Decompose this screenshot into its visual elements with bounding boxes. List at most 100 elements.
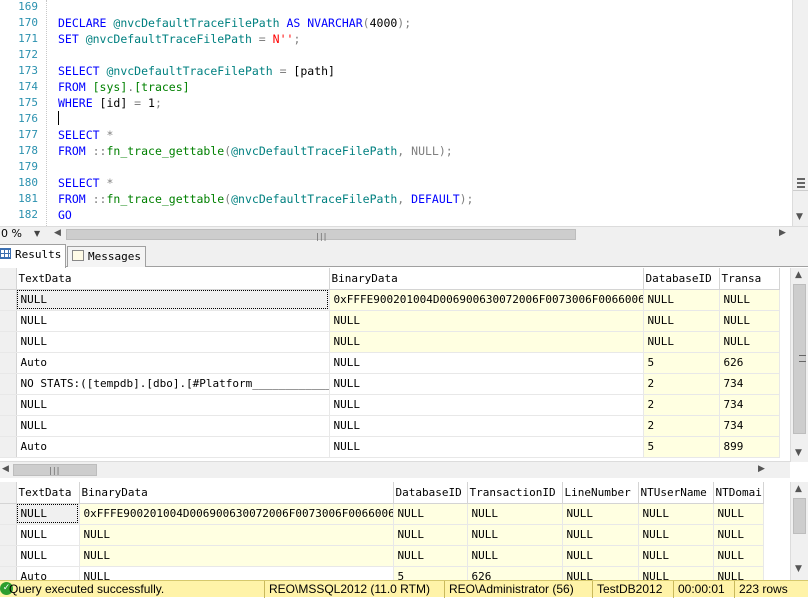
scroll-up-arrow-icon[interactable]: ▲ [795,484,802,494]
scroll-up-arrow-icon[interactable]: ▲ [795,270,802,280]
grid-cell[interactable]: NULL [562,545,639,567]
result-grid-1[interactable]: TextDataBinaryDataDatabaseIDTransa1NULL0… [0,268,808,462]
column-header[interactable]: LineNumber [562,482,639,504]
zoom-dropdown[interactable]: 0 % ▼ [0,227,50,241]
row-number[interactable]: 2 [0,524,17,546]
grid2-vscroll-thumb[interactable] [793,498,806,534]
grid-cell[interactable]: 0xFFFE900201004D006900630072006F0073006F… [79,503,394,525]
grid-cell[interactable]: 5 [643,436,720,458]
grid-cell[interactable]: NULL [329,331,644,353]
grid-cell[interactable]: NULL [643,310,720,332]
grid-cell[interactable]: NULL [329,436,644,458]
grid-cell[interactable]: NULL [713,545,764,567]
column-header[interactable]: Transa [719,268,780,290]
row-number[interactable]: 6 [0,394,17,416]
grid-cell[interactable]: NULL [643,331,720,353]
scroll-down-arrow-icon[interactable]: ▼ [795,448,802,458]
editor-vertical-scrollbar[interactable]: ▼ [792,0,808,226]
grid1-vertical-scrollbar[interactable]: ▲ ▼ [790,268,808,462]
row-number[interactable]: 4 [0,352,17,374]
grid-cell[interactable]: NULL [16,331,330,353]
grid-cell[interactable]: NULL [329,415,644,437]
grid-cell[interactable]: NULL [713,566,764,580]
grid-cell[interactable]: NULL [643,289,720,311]
grid-cell[interactable]: NULL [562,524,639,546]
grid-cell[interactable]: NULL [393,524,468,546]
scroll-left-arrow-icon[interactable]: ◀ [54,228,61,238]
grid1-hscroll-thumb[interactable]: ||| [13,464,97,476]
grid-cell[interactable]: NULL [393,503,468,525]
result-grid-2[interactable]: TextData BinaryData DatabaseID TransactionI… [0,482,808,580]
grid-cell[interactable]: 0xFFFE900201004D006900630072006F0073006F… [329,289,644,311]
grid-cell[interactable]: NULL [329,310,644,332]
grid-cell[interactable]: NULL [713,524,764,546]
grid-cell[interactable]: NO STATS:([tempdb].[dbo].[#Platform_____… [16,373,330,395]
grid-cell[interactable]: NULL [329,394,644,416]
grid-cell[interactable]: NULL [719,289,780,311]
grid-cell[interactable]: Auto [16,566,80,580]
column-header[interactable]: DatabaseID [643,268,720,290]
grid-cell[interactable]: 5 [393,566,468,580]
grid-cell[interactable]: NULL [79,566,394,580]
tab-messages[interactable]: Messages [67,246,146,267]
row-number[interactable]: 8 [0,436,17,458]
grid-cell[interactable]: NULL [467,545,563,567]
grid-cell[interactable]: 734 [719,373,780,395]
editor-hscroll-thumb[interactable]: ||| [66,229,576,241]
scroll-left-arrow-icon[interactable]: ◀ [2,464,9,474]
row-number[interactable]: 1 [0,289,17,311]
grid-cell[interactable]: NULL [638,566,714,580]
column-header[interactable]: TransactionID [467,482,563,504]
scroll-down-arrow-icon[interactable]: ▼ [795,564,802,574]
scroll-right-arrow-icon[interactable]: ▶ [779,228,786,238]
column-header[interactable]: BinaryData [329,268,644,290]
grid-cell[interactable]: NULL [467,503,563,525]
grid-cell[interactable]: 899 [719,436,780,458]
grid-cell[interactable]: 2 [643,373,720,395]
row-number[interactable]: 7 [0,415,17,437]
grid-cell[interactable]: NULL [562,566,639,580]
column-header[interactable]: NTUserName [638,482,714,504]
grid-cell[interactable]: NULL [16,310,330,332]
row-number[interactable]: 2 [0,310,17,332]
column-header[interactable]: TextData [16,268,330,290]
grid-cell[interactable]: Auto [16,352,330,374]
grid1-vscroll-thumb[interactable] [793,284,806,434]
grid1-horizontal-scrollbar[interactable]: ◀ ||| ▶ [0,461,790,478]
column-header[interactable]: BinaryData [79,482,394,504]
grid-cell[interactable]: NULL [638,524,714,546]
row-number[interactable]: 3 [0,545,17,567]
grid-cell[interactable]: NULL [719,310,780,332]
split-grip-icon[interactable] [797,178,805,188]
grid-cell[interactable]: NULL [719,331,780,353]
grid-cell[interactable]: 2 [643,415,720,437]
grid-cell[interactable]: NULL [16,503,80,525]
scroll-down-arrow-icon[interactable]: ▼ [796,212,803,222]
column-header[interactable]: NTDomai [713,482,764,504]
grid-cell[interactable]: Auto [16,436,330,458]
grid-cell[interactable]: NULL [16,524,80,546]
grid-cell[interactable]: 734 [719,394,780,416]
grid-cell[interactable]: NULL [79,524,394,546]
scroll-right-arrow-icon[interactable]: ▶ [758,464,765,474]
grid-cell[interactable]: NULL [16,289,330,311]
grid-corner[interactable] [0,268,17,290]
column-header[interactable]: DatabaseID [393,482,468,504]
grid-corner[interactable] [0,482,17,504]
grid-cell[interactable]: NULL [638,503,714,525]
grid-cell[interactable]: NULL [16,545,80,567]
grid-cell[interactable]: NULL [329,373,644,395]
code-area[interactable]: DECLARE @nvcDefaultTraceFilePath AS NVAR… [58,0,792,226]
grid-cell[interactable]: 626 [719,352,780,374]
grid-cell[interactable]: 626 [467,566,563,580]
grid-cell[interactable]: NULL [393,545,468,567]
grid-cell[interactable]: 734 [719,415,780,437]
query-editor[interactable]: 169 170 171 172 173 174 175 176 177 178 179 180 181 1… [0,0,808,226]
row-number[interactable]: 1 [0,503,17,525]
grid-cell[interactable]: 2 [643,394,720,416]
row-number[interactable]: 4 [0,566,17,580]
tab-results[interactable]: Results [0,244,66,268]
grid-cell[interactable]: NULL [713,503,764,525]
grid-cell[interactable]: NULL [638,545,714,567]
column-header[interactable]: TextData [16,482,80,504]
